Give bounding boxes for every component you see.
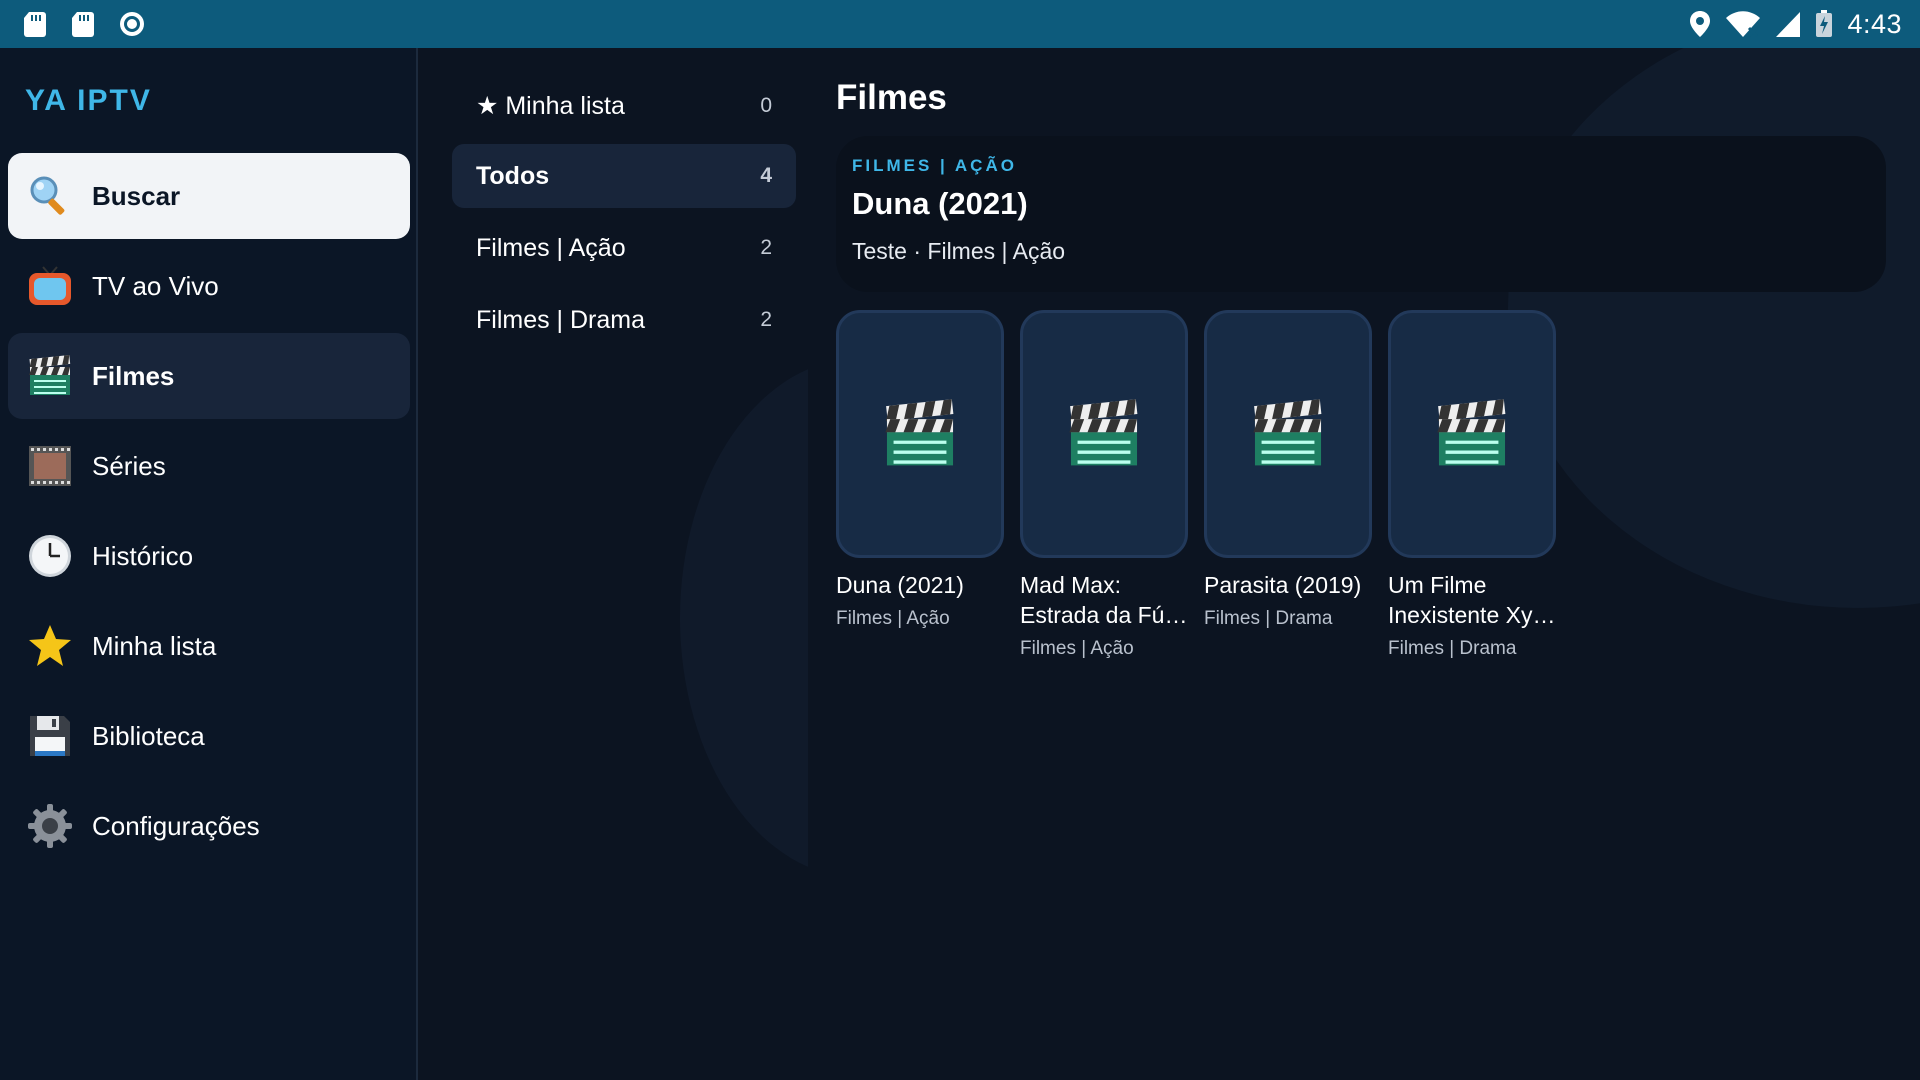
movie-card[interactable]: Duna (2021) Filmes | Ação [836, 310, 1004, 630]
movie-card[interactable]: Um Filme Inexistente Xy… Filmes | Drama [1388, 310, 1556, 660]
star-icon [26, 622, 74, 670]
background-decoration [1508, 48, 1920, 608]
category-label: Filmes | Drama [476, 305, 646, 334]
movie-title: Um Filme Inexistente Xy… [1388, 572, 1556, 628]
movie-card[interactable]: Parasita (2019) Filmes | Drama [1204, 310, 1372, 630]
tv-icon [26, 262, 74, 310]
category-item-minha-lista[interactable]: ★ Minha lista 0 [452, 74, 796, 138]
sd-card-icon [24, 12, 46, 37]
category-count: 2 [760, 236, 772, 259]
sd-card-icon [72, 12, 94, 37]
sidebar-item-label: Minha lista [92, 630, 217, 661]
sidebar-item-label: Configurações [92, 810, 260, 841]
movie-title: Parasita (2019) [1204, 572, 1362, 598]
sidebar-item-series[interactable]: Séries [8, 423, 410, 509]
category-item-todos[interactable]: Todos 4 [452, 144, 796, 208]
movie-category: Filmes | Drama [1388, 638, 1517, 659]
category-label: Todos [476, 161, 550, 190]
movie-poster[interactable] [1388, 310, 1556, 558]
clapperboard-icon [1069, 399, 1138, 466]
clock-time: 4:43 [1847, 8, 1902, 39]
background-decoration [680, 358, 808, 878]
featured-subtitle: Teste · Filmes | Ação [852, 238, 1066, 264]
battery-charging-icon [1816, 10, 1833, 37]
movie-poster[interactable] [836, 310, 1004, 558]
clapperboard-icon [1437, 399, 1506, 466]
featured-category: FILMES | AÇÃO [852, 156, 1017, 175]
magnifier-icon [26, 172, 74, 220]
main-content: Filmes FILMES | AÇÃO Duna (2021) Teste ·… [808, 48, 1920, 1080]
featured-banner[interactable]: FILMES | AÇÃO Duna (2021) Teste · Filmes… [836, 136, 1886, 292]
sidebar-item-minha-lista[interactable]: Minha lista [8, 603, 410, 689]
category-count: 2 [760, 308, 772, 331]
floppy-disk-icon [26, 712, 74, 760]
movie-poster[interactable] [1020, 310, 1188, 558]
sync-circle-icon [120, 12, 144, 36]
cell-signal-icon [1776, 12, 1801, 37]
movie-title: Duna (2021) [836, 572, 964, 598]
category-list: ★ Minha lista 0 Todos 4 Filmes | Ação 2 … [420, 48, 808, 1080]
sidebar-item-label: TV ao Vivo [92, 270, 219, 301]
clock-icon [26, 532, 74, 580]
status-bar-right: 4:43 [1689, 9, 1902, 40]
location-pin-icon [1690, 11, 1711, 37]
sidebar-item-label: Filmes [92, 360, 175, 391]
page-title: Filmes [836, 78, 947, 117]
sidebar-item-filmes[interactable]: Filmes [8, 333, 410, 419]
app-brand: YA IPTV [25, 84, 152, 117]
movie-category: Filmes | Ação [1020, 638, 1134, 659]
wifi-icon [1726, 11, 1761, 38]
movie-card[interactable]: Mad Max: Estrada da Fú… Filmes | Ação [1020, 310, 1188, 660]
sidebar-item-label: Buscar [92, 180, 181, 211]
featured-title: Duna (2021) [852, 186, 1028, 221]
sidebar-item-label: Histórico [92, 540, 194, 571]
clapperboard-icon [885, 399, 954, 466]
movie-title: Mad Max: Estrada da Fú… [1020, 572, 1188, 628]
category-item-filmes-drama[interactable]: Filmes | Drama 2 [452, 288, 796, 352]
sidebar-item-historico[interactable]: Histórico [8, 513, 410, 599]
category-label: ★ Minha lista [476, 92, 625, 120]
sidebar-item-label: Séries [92, 450, 166, 481]
clapperboard-icon [26, 352, 74, 400]
category-item-filmes-acao[interactable]: Filmes | Ação 2 [452, 216, 796, 280]
gear-icon [26, 802, 74, 850]
sidebar-item-tv-ao-vivo[interactable]: TV ao Vivo [8, 243, 410, 329]
movie-poster[interactable] [1204, 310, 1372, 558]
movie-category: Filmes | Ação [836, 608, 950, 629]
sidebar-item-configuracoes[interactable]: Configurações [8, 783, 410, 869]
film-strip-icon [26, 442, 74, 490]
status-bar: 4:43 [0, 0, 1920, 48]
clapperboard-icon [1253, 399, 1322, 466]
sidebar: YA IPTV Buscar TV ao Vivo Filmes Séries … [0, 48, 418, 1080]
movie-category: Filmes | Drama [1204, 608, 1333, 629]
category-label: Filmes | Ação [476, 233, 626, 262]
sidebar-item-buscar[interactable]: Buscar [8, 153, 410, 239]
category-count: 4 [760, 164, 772, 187]
category-count: 0 [760, 94, 772, 117]
status-bar-left [22, 10, 146, 38]
sidebar-item-label: Biblioteca [92, 720, 205, 751]
sidebar-item-biblioteca[interactable]: Biblioteca [8, 693, 410, 779]
